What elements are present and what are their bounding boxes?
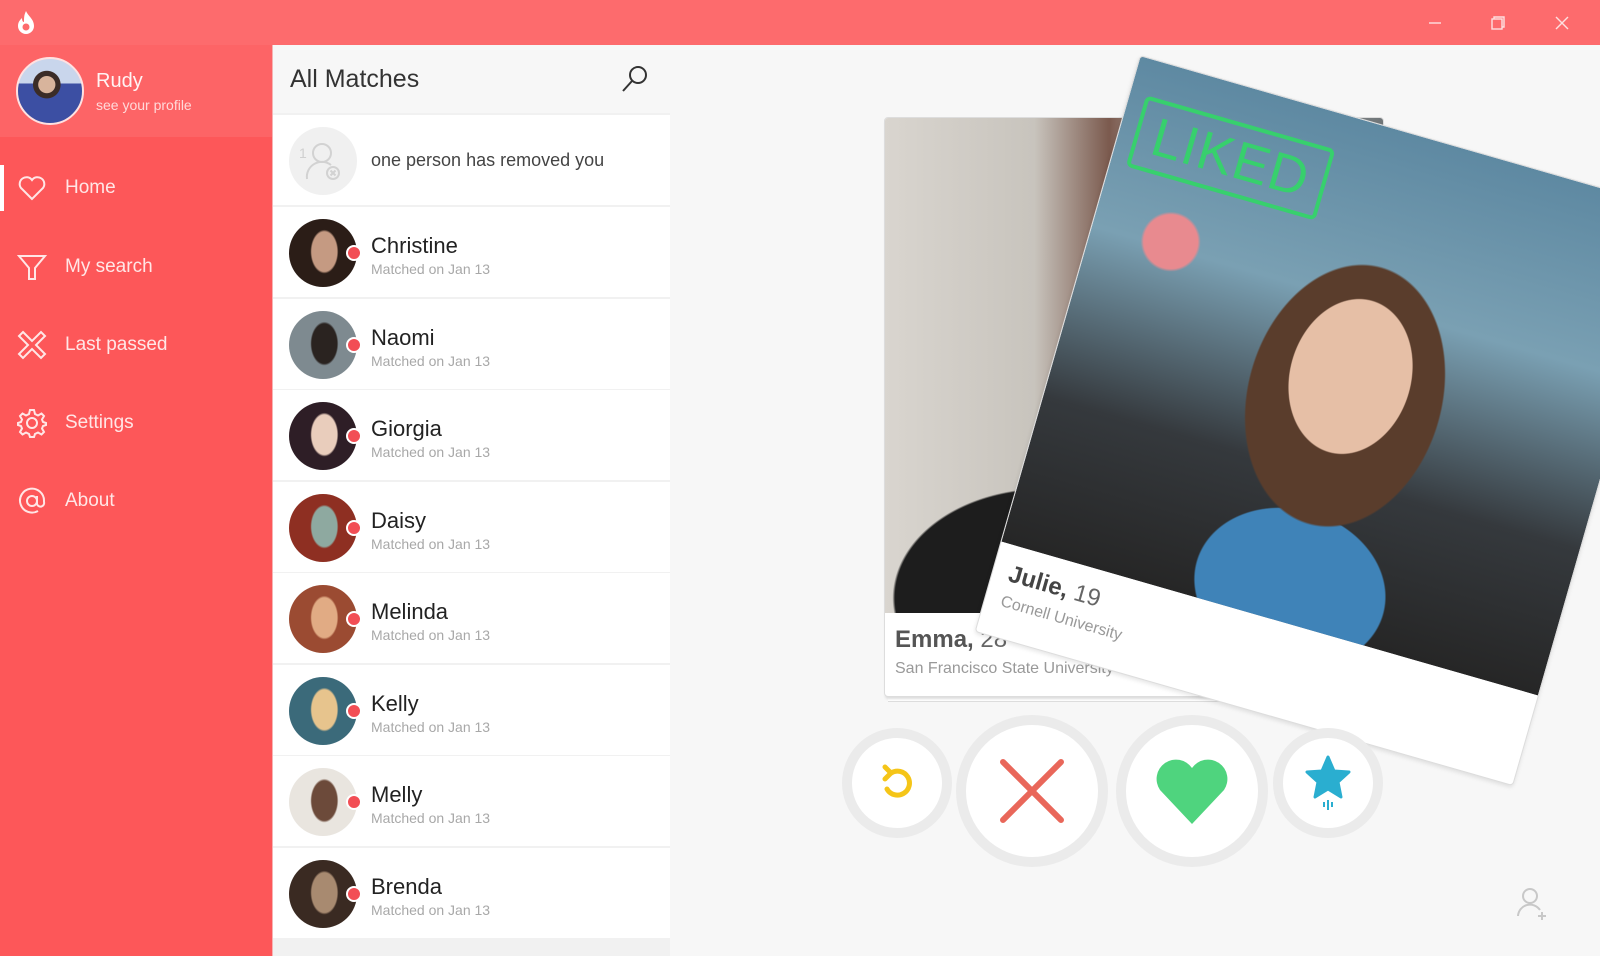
heart-outline-icon xyxy=(16,172,48,204)
matches-panel: All Matches 1 one person has removed you… xyxy=(272,45,671,956)
heart-icon xyxy=(1156,759,1228,824)
at-icon xyxy=(16,485,48,517)
removed-avatar: 1 xyxy=(289,127,357,195)
unread-badge xyxy=(346,336,362,353)
unread-badge xyxy=(346,702,362,719)
match-date: Matched on Jan 13 xyxy=(371,718,491,735)
profile-link[interactable]: Rudy see your profile xyxy=(0,45,272,137)
profile-subtitle[interactable]: see your profile xyxy=(96,97,192,113)
match-date: Matched on Jan 13 xyxy=(371,535,491,552)
minimize-icon xyxy=(1429,21,1441,24)
card-age: 19 xyxy=(1070,579,1104,613)
sidebar-item-label: Last passed xyxy=(65,334,168,355)
match-name: Brenda xyxy=(371,873,442,899)
match-name: Daisy xyxy=(371,507,427,533)
filter-icon xyxy=(16,251,48,283)
sidebar-item-last-passed[interactable]: Last passed xyxy=(0,320,272,370)
nope-button[interactable] xyxy=(956,715,1108,867)
page-title: All Matches xyxy=(290,65,420,93)
restore-button[interactable] xyxy=(1468,0,1528,45)
sidebar-item-label: Home xyxy=(65,177,116,198)
sidebar-item-my-search[interactable]: My search xyxy=(0,242,272,292)
sidebar-item-label: Settings xyxy=(65,412,134,433)
match-date: Matched on Jan 13 xyxy=(371,901,491,918)
match-name: Giorgia xyxy=(371,416,442,441)
flame-icon xyxy=(18,11,34,34)
sidebar-item-about[interactable]: About xyxy=(0,476,272,526)
removed-count: 1 xyxy=(299,145,307,161)
match-date: Matched on Jan 13 xyxy=(371,261,491,277)
match-name: Kelly xyxy=(371,690,419,716)
gear-icon xyxy=(16,407,48,439)
liked-stamp: LIKED xyxy=(1125,95,1336,221)
add-user-icon xyxy=(1517,888,1546,920)
unread-badge xyxy=(346,245,362,261)
search-button[interactable] xyxy=(619,63,651,95)
match-row[interactable]: Naomi Matched on Jan 13 xyxy=(273,298,671,389)
like-button[interactable] xyxy=(1116,715,1268,867)
sidebar-item-label: My search xyxy=(65,256,153,277)
title-bar xyxy=(0,0,1600,45)
user-removed-icon xyxy=(305,143,340,180)
avatar xyxy=(16,57,84,125)
match-row[interactable]: Daisy Matched on Jan 13 xyxy=(273,481,671,572)
x-icon xyxy=(1000,759,1064,823)
restore-icon xyxy=(1491,15,1505,30)
card-school: San Francisco State University xyxy=(895,660,1114,677)
search-icon xyxy=(622,66,647,92)
super-like-button[interactable] xyxy=(1273,728,1383,838)
sidebar: Rudy see your profile Home My search Las… xyxy=(0,45,272,956)
unread-badge xyxy=(346,519,362,536)
match-row[interactable]: Christine Matched on Jan 13 xyxy=(273,207,671,297)
card-name-text: Emma, xyxy=(895,626,974,653)
profile-name: Rudy xyxy=(96,70,143,92)
match-date: Matched on Jan 13 xyxy=(371,352,491,369)
match-date: Matched on Jan 13 xyxy=(371,810,491,826)
match-row[interactable]: Brenda Matched on Jan 13 xyxy=(273,847,671,938)
removed-notice[interactable]: 1 one person has removed you xyxy=(273,115,671,205)
sidebar-item-label: About xyxy=(65,490,115,511)
match-name: Melly xyxy=(371,782,423,807)
match-row[interactable]: Giorgia Matched on Jan 13 xyxy=(273,390,671,480)
add-user-button[interactable] xyxy=(1512,882,1552,922)
sidebar-item-home[interactable]: Home xyxy=(0,163,272,213)
match-name: Naomi xyxy=(371,324,435,350)
match-name: Melinda xyxy=(371,599,449,624)
unread-badge xyxy=(346,611,362,627)
match-row[interactable]: Kelly Matched on Jan 13 xyxy=(273,664,671,755)
unread-badge xyxy=(346,794,362,810)
x-outline-icon xyxy=(16,329,48,361)
match-date: Matched on Jan 13 xyxy=(371,444,491,460)
sidebar-item-settings[interactable]: Settings xyxy=(0,398,272,448)
minimize-button[interactable] xyxy=(1405,0,1465,45)
match-row[interactable]: Melinda Matched on Jan 13 xyxy=(273,573,671,663)
star-icon xyxy=(1305,755,1351,810)
match-row[interactable]: Melly Matched on Jan 13 xyxy=(273,756,671,846)
matches-header: All Matches xyxy=(273,45,671,113)
rewind-icon xyxy=(882,764,912,798)
rewind-button[interactable] xyxy=(842,728,952,838)
unread-badge xyxy=(346,885,362,902)
unread-badge xyxy=(346,428,362,444)
removed-text: one person has removed you xyxy=(371,150,605,170)
match-name: Christine xyxy=(371,233,458,258)
close-button[interactable] xyxy=(1532,0,1592,45)
close-icon xyxy=(1555,16,1569,29)
card-stack-area: Emma, 28 San Francisco State University … xyxy=(670,45,1600,956)
match-date: Matched on Jan 13 xyxy=(371,627,491,643)
